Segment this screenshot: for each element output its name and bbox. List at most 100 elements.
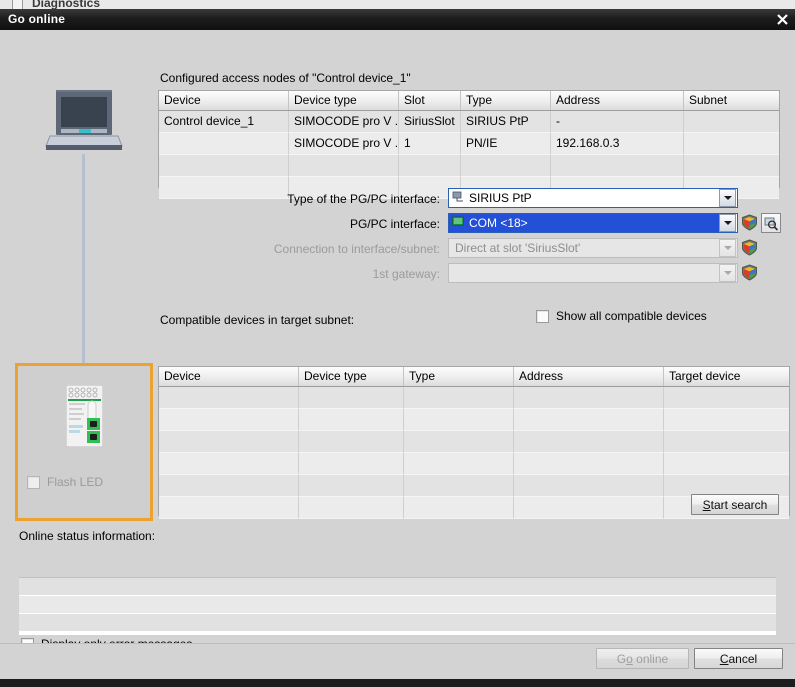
nodes-col-type[interactable]: Type — [461, 91, 551, 110]
connection-label-wrap: Connection to interface/subnet: — [200, 240, 440, 260]
type-of-pgpc-interface-value-wrap: SIRIUS PtP — [449, 191, 719, 206]
cell-device-type — [299, 387, 404, 409]
cell-subnet — [684, 155, 779, 177]
start-search-label: Start search — [702, 497, 768, 512]
cell-device — [159, 497, 299, 519]
cell-device-type — [289, 155, 399, 177]
cell-device-type — [299, 431, 404, 453]
cell-device — [159, 133, 289, 155]
nodes-col-subnet[interactable]: Subnet — [684, 91, 779, 110]
cell-subnet — [684, 133, 779, 155]
devices-table-header: Device Device type Type Address Target d… — [159, 367, 789, 387]
list-item — [19, 614, 776, 632]
nodes-col-slot[interactable]: Slot — [399, 91, 461, 110]
cell-address — [514, 497, 664, 519]
chevron-down-icon — [719, 239, 736, 257]
show-all-compatible-label: Show all compatible devices — [556, 309, 707, 323]
chevron-down-icon[interactable] — [719, 214, 736, 232]
cell-device — [159, 475, 299, 497]
devices-col-type[interactable]: Type — [404, 367, 514, 386]
cell-subnet — [684, 111, 779, 133]
cell-type — [404, 431, 514, 453]
pgpc-interface-value: COM <18> — [469, 216, 528, 230]
cell-device — [159, 453, 299, 475]
connection-to-subnet-value: Direct at slot 'SiriusSlot' — [455, 241, 581, 255]
chevron-down-icon[interactable] — [719, 189, 736, 207]
cell-type — [404, 453, 514, 475]
go-online-button[interactable]: Go online — [596, 648, 689, 669]
nodes-table-header: Device Device type Slot Type Address Sub… — [159, 91, 779, 111]
type-of-pgpc-interface-value: SIRIUS PtP — [469, 191, 532, 205]
first-gateway-label: 1st gateway: — [372, 267, 440, 281]
go-online-label: Go online — [616, 651, 669, 666]
table-row[interactable] — [159, 155, 779, 177]
connection-to-subnet-label: Connection to interface/subnet: — [273, 242, 440, 256]
cell-device-type: SIMOCODE pro V ... — [289, 111, 399, 133]
pgpc-interface-combo[interactable]: COM <18> — [448, 213, 738, 233]
cell-target-device — [664, 453, 789, 475]
type-label-wrap: Type of the PG/PC interface: — [200, 190, 440, 210]
type-of-pgpc-interface-combo[interactable]: SIRIUS PtP — [448, 188, 738, 208]
cancel-button[interactable]: Cancel — [694, 648, 783, 669]
properties-shield-icon[interactable] — [741, 264, 758, 281]
cell-target-device — [664, 387, 789, 409]
properties-shield-icon[interactable] — [741, 239, 758, 256]
devices-col-address[interactable]: Address — [514, 367, 664, 386]
online-status-caption: Online status information: — [19, 529, 156, 543]
simocode-device-icon — [65, 384, 104, 448]
table-row[interactable] — [159, 431, 789, 453]
table-row[interactable]: Control device_1 SIMOCODE pro V ... Siri… — [159, 111, 779, 133]
flash-led-row[interactable]: Flash LED — [27, 475, 103, 489]
pgpc-interface-icon — [452, 191, 464, 206]
cell-type — [404, 497, 514, 519]
cell-address — [514, 475, 664, 497]
table-row[interactable] — [159, 387, 789, 409]
cell-type: SIRIUS PtP — [461, 111, 551, 133]
dialog-titlebar: Go online — [0, 9, 795, 30]
list-item — [19, 596, 776, 614]
cell-slot: 1 — [399, 133, 461, 155]
cell-device: Control device_1 — [159, 111, 289, 133]
interface-label-wrap: PG/PC interface: — [200, 215, 440, 235]
cell-address — [551, 155, 684, 177]
cell-address: 192.168.0.3 — [551, 133, 684, 155]
flash-led-checkbox[interactable] — [27, 475, 40, 489]
show-all-compatible-checkbox[interactable] — [536, 309, 549, 323]
nodes-col-device[interactable]: Device — [159, 91, 289, 110]
list-item — [19, 578, 776, 596]
cell-device — [159, 409, 299, 431]
table-row[interactable] — [159, 453, 789, 475]
com-port-icon — [452, 216, 464, 230]
show-all-compatible-row[interactable]: Show all compatible devices — [536, 309, 707, 323]
nodes-col-address[interactable]: Address — [551, 91, 684, 110]
dialog-title: Go online — [8, 12, 66, 26]
pgpc-interface-label: PG/PC interface: — [349, 217, 440, 231]
start-search-button[interactable]: Start search — [691, 494, 779, 515]
first-gateway-combo — [448, 263, 738, 283]
gateway-label-wrap: 1st gateway: — [200, 265, 440, 285]
nodes-caption: Configured access nodes of "Control devi… — [160, 71, 411, 85]
cell-address: - — [551, 111, 684, 133]
cell-device-type — [299, 475, 404, 497]
cell-device — [159, 387, 299, 409]
table-row[interactable] — [159, 409, 789, 431]
cell-device-type — [299, 409, 404, 431]
nodes-col-device-type[interactable]: Device type — [289, 91, 399, 110]
configured-access-nodes-table[interactable]: Device Device type Slot Type Address Sub… — [158, 90, 780, 199]
cell-address — [514, 387, 664, 409]
properties-shield-icon[interactable] — [741, 214, 758, 231]
compatible-devices-caption: Compatible devices in target subnet: — [160, 313, 355, 327]
close-icon[interactable] — [769, 9, 795, 30]
cell-slot — [399, 155, 461, 177]
connection-line — [82, 154, 85, 378]
cell-device-type — [299, 453, 404, 475]
online-status-list[interactable] — [19, 577, 776, 635]
search-interface-icon[interactable] — [761, 213, 781, 233]
table-row[interactable]: SIMOCODE pro V ... 1 PN/IE 192.168.0.3 — [159, 133, 779, 155]
devices-col-device[interactable]: Device — [159, 367, 299, 386]
cell-type: PN/IE — [461, 133, 551, 155]
go-online-dialog: Diagnostics Go online Flash LED Configur… — [0, 0, 795, 688]
devices-col-target-device[interactable]: Target device — [664, 367, 789, 386]
cell-slot: SiriusSlot — [399, 111, 461, 133]
devices-col-device-type[interactable]: Device type — [299, 367, 404, 386]
